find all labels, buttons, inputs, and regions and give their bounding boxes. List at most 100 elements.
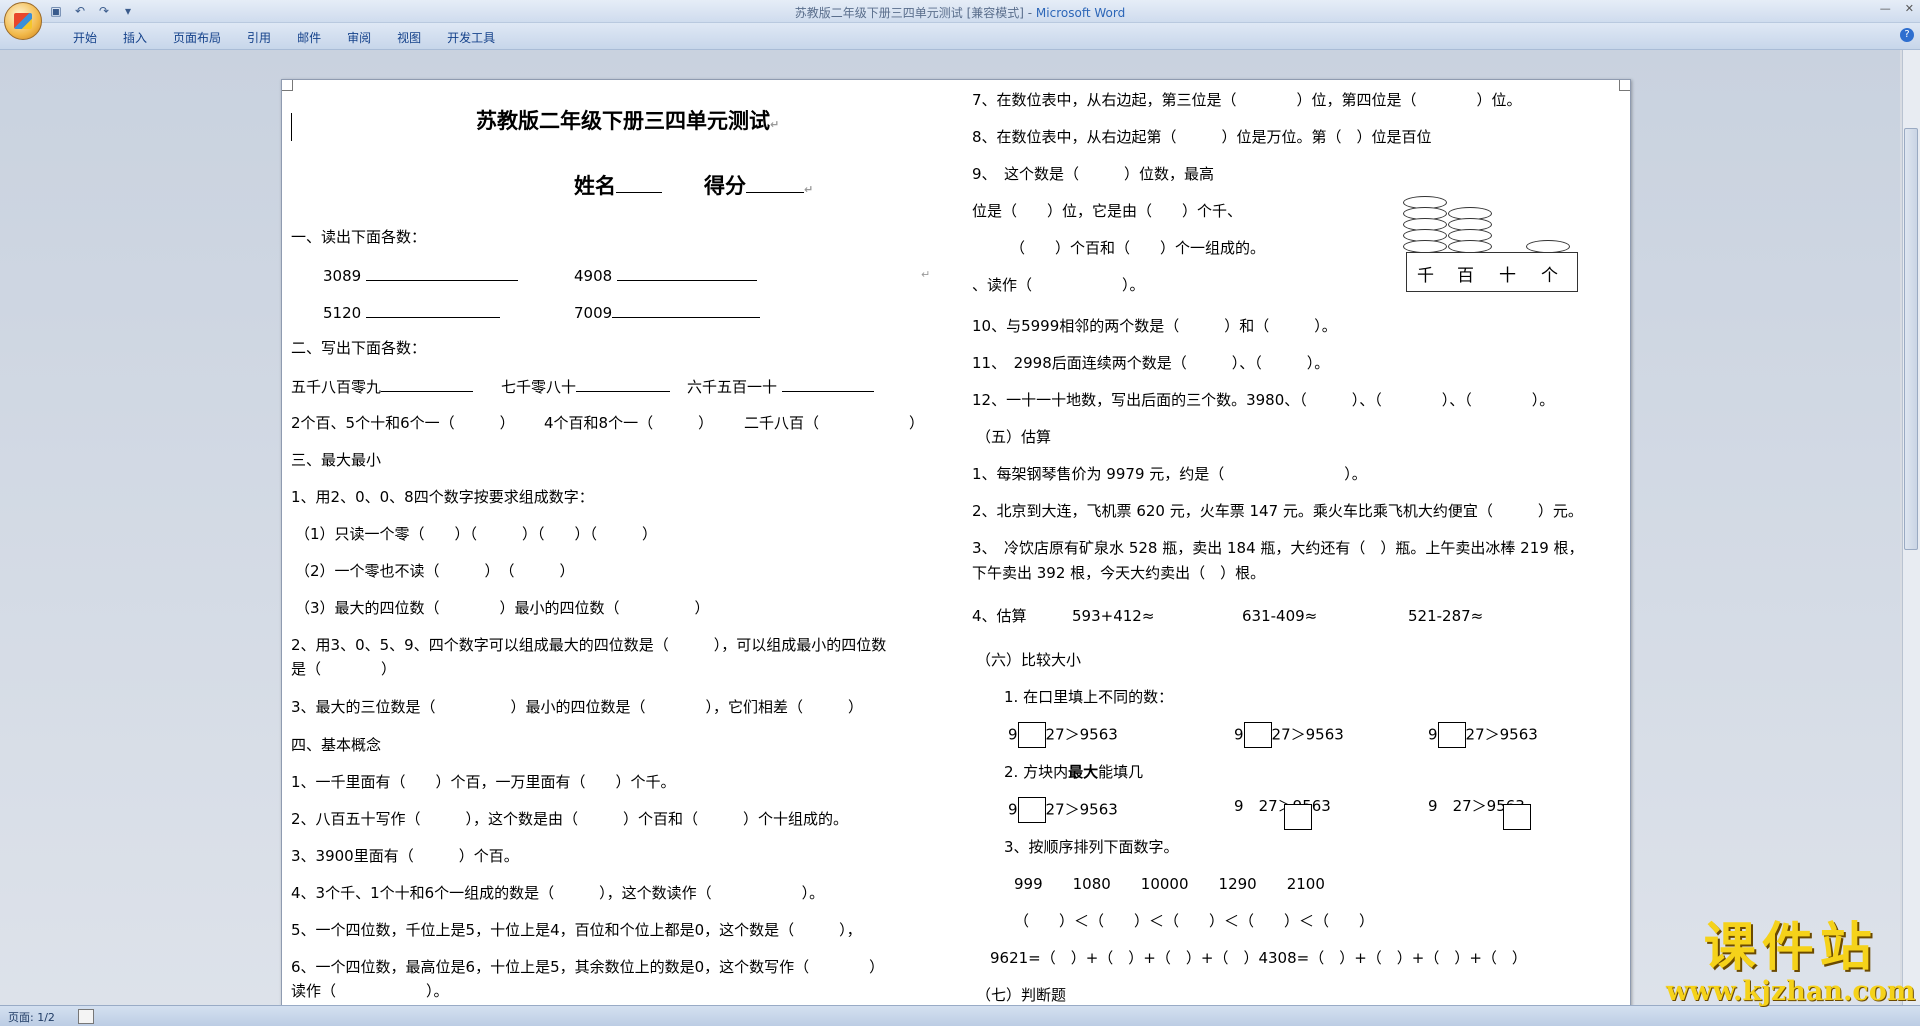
question: 5、一个四位数，千位上是5，十位上是4，百位和个位上都是0，这个数是（ ）， (291, 921, 862, 939)
help-icon[interactable]: ? (1900, 28, 1914, 42)
question: 2、北京到大连，飞机票 620 元，火车票 147 元。乘火车比乘飞机大约便宜（… (972, 502, 1583, 520)
question: （3）最大的四位数（ ）最小的四位数（ ） (295, 599, 710, 617)
question: （1）只读一个零（ ）（ ）（ ）（ ） (295, 525, 658, 543)
question: 1、一千里面有（ ）个百，一万里面有（ ）个千。 (291, 773, 676, 791)
minimize-icon[interactable]: — (1880, 2, 1891, 15)
tab-view[interactable]: 视图 (384, 29, 434, 46)
site-watermark: 课件站 www.kjzhan.com (1666, 917, 1916, 1008)
order-blanks: （ ）＜（ ）＜（ ）＜（ ）＜（ ） (1014, 912, 1375, 930)
abacus-label-hundreds: 百 (1457, 266, 1474, 286)
write-number: 五千八百零九 (291, 377, 474, 396)
question: 12、一十一十地数，写出后面的三个数。3980、（ ）、（ ）、（ ）。 (972, 391, 1555, 409)
text-cursor (291, 113, 292, 141)
compare-item: 9 27＞9563 (1234, 797, 1331, 815)
tab-page-layout[interactable]: 页面布局 (160, 29, 234, 46)
question: （2）一个零也不读（ ） （ ） (295, 562, 575, 580)
question: 7、在数位表中，从右边起，第三位是（ ）位，第四位是（ ）位。 (972, 91, 1522, 109)
estimate-item: 631-409≈ (1242, 607, 1318, 625)
write-number: 4个百和8个一（ ） (544, 414, 714, 432)
abacus-place-box: 千 百 十 个 (1406, 252, 1578, 292)
compare-item: 9 27＞9563 (1008, 797, 1118, 823)
section-3-heading: 三、最大最小 (291, 451, 382, 469)
office-button[interactable] (4, 2, 42, 40)
window-controls: — ✕ (1880, 2, 1914, 15)
question: 2. 方块内最大能填几 (1004, 763, 1144, 781)
read-number: 5120 (323, 303, 500, 322)
name-score-line: 姓名 得分 ↵ (574, 174, 814, 198)
question: 11、 2998后面连续两个数是（ ）、（ ）。 (972, 354, 1330, 372)
abacus-label-thousands: 千 (1417, 266, 1434, 286)
number-list: 999 1080 10000 1290 2100 (1014, 875, 1325, 893)
tab-references[interactable]: 引用 (234, 29, 284, 46)
abacus-label-ones: 个 (1541, 266, 1558, 286)
fill-box[interactable] (1284, 804, 1312, 830)
estimate-item: 521-287≈ (1408, 607, 1484, 625)
section-2-heading: 二、写出下面各数： (291, 339, 427, 357)
fill-box[interactable] (1503, 804, 1531, 830)
fill-box[interactable] (1017, 722, 1046, 748)
scrollbar-thumb[interactable] (1904, 128, 1918, 550)
title-bar: ▣ ↶ ↷ ▾ 苏教版二年级下册三四单元测试 [兼容模式] - Microsof… (0, 0, 1920, 40)
section-7-heading: （七）判断题 (976, 986, 1067, 1004)
fill-box[interactable] (1243, 722, 1272, 748)
compare-item: 9 27＞9563 (1428, 722, 1538, 748)
question: 3、3900里面有（ ）个百。 (291, 847, 519, 865)
estimate-item: 593+412≈ (1072, 607, 1155, 625)
abacus-label-tens: 十 (1499, 266, 1516, 286)
close-icon[interactable]: ✕ (1905, 2, 1914, 15)
section-4-heading: 四、基本概念 (291, 736, 382, 754)
fill-box[interactable] (1437, 722, 1466, 748)
write-number: 二千八百（ ） (744, 414, 925, 432)
question: 4、估算 (972, 607, 1027, 625)
margin-corner (1619, 80, 1630, 91)
doc-title: 苏教版二年级下册三四单元测试↵ (476, 109, 780, 133)
page-counter[interactable]: 页面: 1/2 (8, 1009, 55, 1025)
question: 3、按顺序排列下面数字。 (1004, 838, 1179, 856)
tab-home[interactable]: 开始 (60, 29, 110, 46)
section-6-heading: （六）比较大小 (976, 651, 1082, 669)
section-1-heading: 一、读出下面各数： (291, 228, 427, 246)
question: 3、最大的三位数是（ ）最小的四位数是（ ），它们相差（ ） (291, 698, 864, 716)
question: 位是（ ）位，它是由（ ）个千、 (972, 202, 1243, 220)
ribbon: 开始 插入 页面布局 引用 邮件 审阅 视图 开发工具 ? (0, 23, 1920, 50)
question: 下午卖出 392 根，今天大约卖出（ ）根。 (972, 564, 1266, 582)
question: 、读作（ ）。 (972, 276, 1145, 294)
ribbon-tabs: 开始 插入 页面布局 引用 邮件 审阅 视图 开发工具 (60, 29, 508, 46)
question: 8、在数位表中，从右边起第（ ）位是万位。第（ ）位是百位 (972, 128, 1432, 146)
question: 9、 这个数是（ ）位数，最高 (972, 165, 1215, 183)
question: 3、 冷饮店原有矿泉水 528 瓶，卖出 184 瓶，大约还有（ ）瓶。上午卖出… (972, 539, 1584, 557)
office-logo-icon (14, 13, 32, 29)
paragraph-mark: ↵ (921, 268, 931, 281)
question: 1、用2、0、0、8四个数字按要求组成数字： (291, 488, 594, 506)
question: 2、八百五十写作（ ），这个数是由（ ）个百和（ ）个十组成的。 (291, 810, 849, 828)
read-number: 7009 (574, 303, 761, 322)
document-page[interactable]: 苏教版二年级下册三四单元测试↵ 姓名 得分 ↵ 一、读出下面各数： 3089 49… (281, 79, 1631, 1011)
read-number: 4908 (574, 266, 757, 285)
section-5-heading: （五）估算 (976, 428, 1052, 446)
vertical-scrollbar[interactable] (1902, 50, 1920, 1005)
fill-box[interactable] (1017, 797, 1046, 823)
question: （ ）个百和（ ）个一组成的。 (1010, 239, 1266, 257)
tab-review[interactable]: 审阅 (334, 29, 384, 46)
compare-item: 9 27＞9563 (1008, 722, 1118, 748)
proofing-icon[interactable] (78, 1009, 94, 1024)
window-title: 苏教版二年级下册三四单元测试 [兼容模式] - Microsoft Word (794, 6, 1126, 20)
watermark-url: www.kjzhan.com (1666, 976, 1916, 1007)
question: 10、与5999相邻的两个数是（ ）和（ ）。 (972, 317, 1337, 335)
compare-item: 9 27＞9563 (1234, 722, 1344, 748)
write-number: 六千五百一十 (687, 377, 874, 396)
tab-mailings[interactable]: 邮件 (284, 29, 334, 46)
question: 是（ ） (291, 660, 397, 678)
watermark-title: 课件站 (1703, 917, 1878, 978)
question: 6、一个四位数，最高位是6，十位上是5，其余数位上的数是0，这个数写作（ ） (291, 958, 885, 976)
status-bar: 页面: 1/2 (0, 1005, 1920, 1026)
tab-insert[interactable]: 插入 (110, 29, 160, 46)
read-number: 3089 (323, 266, 518, 285)
question: 1、每架钢琴售价为 9979 元，约是（ ）。 (972, 465, 1367, 483)
write-number: 2个百、5个十和6个一（ ） (291, 414, 515, 432)
tab-developer[interactable]: 开发工具 (434, 29, 508, 46)
write-number: 七千零八十 (501, 377, 671, 396)
question: 4、3个千、1个十和6个一组成的数是（ ），这个数读作（ ）。 (291, 884, 825, 902)
question: 读作（ ）。 (291, 982, 449, 1000)
question: 1. 在口里填上不同的数： (1004, 688, 1174, 706)
